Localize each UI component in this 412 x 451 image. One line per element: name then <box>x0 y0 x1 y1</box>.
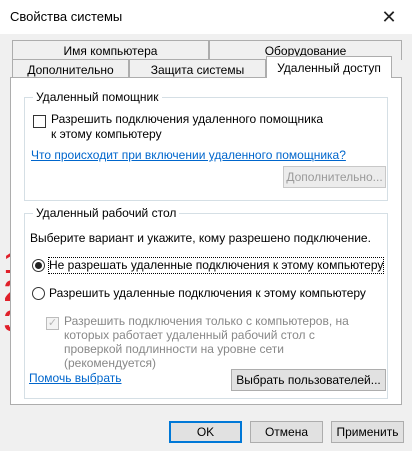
remote-desktop-group: Удаленный рабочий стол Выберите вариант … <box>24 206 388 399</box>
nla-checkbox-label[interactable]: Разрешить подключения только с компьютер… <box>64 314 370 370</box>
radio-deny-remote-label[interactable]: Не разрешать удаленные подключения к это… <box>47 257 385 274</box>
remote-assistance-advanced-button[interactable]: Дополнительно... <box>283 166 386 188</box>
tab-system-protection[interactable]: Защита системы <box>129 59 266 79</box>
radio-allow-remote[interactable] <box>32 287 45 300</box>
nla-checkbox[interactable]: ✓ <box>46 317 59 330</box>
remote-assistance-title: Удаленный помощник <box>33 90 162 104</box>
tab-remote[interactable]: Удаленный доступ <box>266 56 392 78</box>
remote-assistance-checkbox[interactable] <box>33 115 46 128</box>
tab-advanced[interactable]: Дополнительно <box>12 59 129 79</box>
window-title: Свойства системы <box>10 9 123 24</box>
tab-panel-remote: Удаленный помощник Разрешить подключения… <box>10 77 402 405</box>
radio-deny-remote[interactable] <box>32 259 45 272</box>
remote-desktop-help-link[interactable]: Помочь выбрать <box>29 371 122 385</box>
remote-assistance-group: Удаленный помощник Разрешить подключения… <box>24 90 388 201</box>
ok-button[interactable]: OK <box>169 421 242 443</box>
remote-desktop-title: Удаленный рабочий стол <box>33 206 180 220</box>
radio-allow-remote-label[interactable]: Разрешить удаленные подключения к этому … <box>49 286 366 301</box>
remote-desktop-instruction: Выберите вариант и укажите, кому разреше… <box>30 231 371 245</box>
remote-assistance-label[interactable]: Разрешить подключения удаленного помощни… <box>51 112 331 142</box>
close-icon[interactable]: ✕ <box>366 0 412 34</box>
apply-button[interactable]: Применить <box>331 421 404 443</box>
select-users-button[interactable]: Выбрать пользователей... <box>231 369 386 391</box>
title-bar: Свойства системы ✕ <box>0 0 412 34</box>
cancel-button[interactable]: Отмена <box>250 421 323 443</box>
remote-assistance-help-link[interactable]: Что происходит при включении удаленного … <box>31 148 346 162</box>
tab-computer-name[interactable]: Имя компьютера <box>12 40 209 60</box>
